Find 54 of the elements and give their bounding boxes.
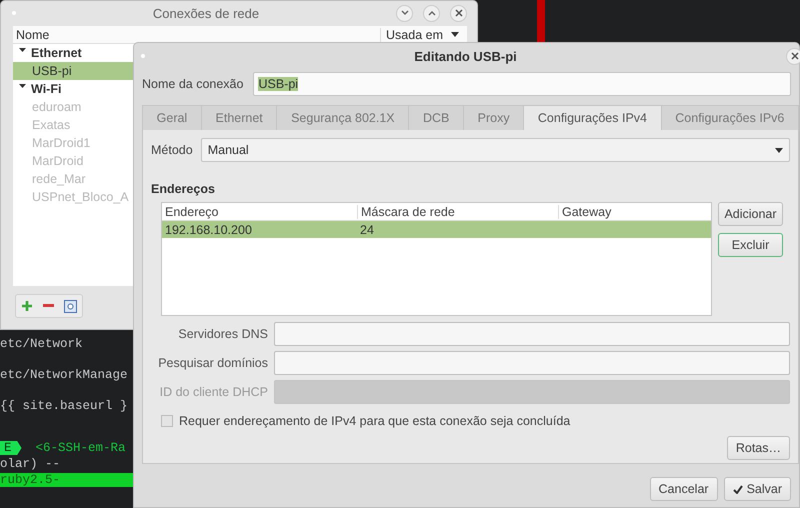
tab[interactable]: Configurações IPv4 — [524, 105, 662, 130]
group-label[interactable]: Ethernet — [31, 46, 82, 60]
field-label: ID do cliente DHCP — [158, 385, 268, 399]
expander-icon[interactable] — [19, 84, 26, 88]
close-icon[interactable] — [790, 51, 800, 61]
address-table[interactable]: Endereço Máscara de rede Gateway 192.168.10.200 24 — [161, 202, 712, 316]
window-title: Conexões de rede — [152, 6, 260, 20]
close-icon[interactable] — [454, 8, 464, 18]
column-header[interactable]: Endereço — [165, 204, 219, 218]
input-field[interactable] — [274, 351, 790, 375]
group-label[interactable]: Wi-Fi — [31, 82, 62, 96]
section-title: Endereços — [151, 182, 216, 196]
cancel-button[interactable]: Cancelar — [650, 477, 718, 501]
terminal-line: etc/NetworkManage — [0, 368, 128, 382]
table-cell[interactable]: 24 — [360, 222, 374, 236]
chevron-down-icon[interactable] — [400, 10, 408, 16]
column-header[interactable]: Máscara de rede — [361, 204, 455, 218]
window-title: Editando USB-pi — [413, 48, 518, 64]
checkbox[interactable] — [161, 415, 173, 427]
field-label: Servidores DNS — [177, 327, 268, 341]
minimize-button[interactable] — [396, 4, 413, 22]
expander-icon[interactable] — [19, 48, 26, 52]
name-field[interactable]: USB-pi — [253, 72, 791, 96]
field-label: Método — [151, 143, 193, 157]
input-field[interactable] — [274, 322, 790, 346]
chevron-up-icon[interactable] — [428, 10, 436, 16]
field-label: Nome da conexão — [142, 77, 244, 91]
prompt-badge: E — [0, 441, 22, 455]
column-header[interactable]: Gateway — [562, 204, 612, 218]
connection-item[interactable]: USB-pi — [13, 62, 134, 80]
prompt-text: <6-SSH-em-Ra — [36, 441, 126, 455]
remove-icon[interactable] — [43, 304, 54, 308]
check-icon[interactable] — [732, 484, 743, 494]
close-button[interactable] — [786, 48, 800, 64]
routes-button[interactable]: Rotas… — [726, 436, 790, 460]
save-button[interactable]: Salvar — [724, 477, 791, 501]
add-icon[interactable] — [21, 300, 33, 312]
table-cell[interactable]: 192.168.10.200 — [165, 222, 252, 236]
maximize-button[interactable] — [423, 4, 440, 22]
column-header[interactable]: Nome — [13, 28, 380, 42]
delete-button[interactable]: Excluir — [718, 233, 783, 257]
add-button[interactable]: Adicionar — [718, 202, 783, 226]
checkbox-label[interactable]: Requer endereçamento de IPv4 para que esta conexão seja concluída — [179, 414, 570, 428]
method-dropdown[interactable]: Manual — [200, 138, 790, 162]
settings-icon[interactable] — [64, 300, 77, 312]
column-header[interactable]: Usada em — [386, 28, 443, 42]
terminal-line: etc/Network — [0, 337, 83, 351]
terminal-line: olar) -- — [0, 457, 60, 471]
field-label: Pesquisar domínios — [157, 356, 268, 370]
terminal-line: {{ site.baseurl } — [0, 399, 128, 413]
sort-icon[interactable] — [451, 32, 459, 37]
close-button[interactable] — [450, 4, 467, 22]
cursor-bar — [537, 0, 545, 44]
caret-icon[interactable] — [775, 148, 783, 152]
